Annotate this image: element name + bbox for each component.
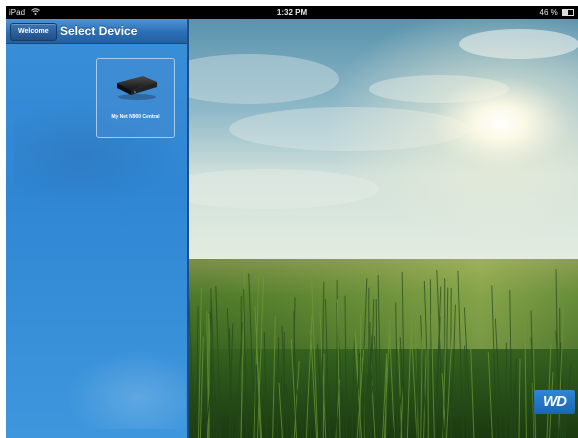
ipad-screen: iPad 1:32 PM 46 % Welcome Select Device: [6, 6, 578, 438]
page-indicator[interactable]: [90, 434, 104, 438]
device-label: My Net N900 Central: [111, 114, 160, 120]
battery-indicator: 46 %: [540, 6, 574, 19]
status-bar: iPad 1:32 PM 46 %: [6, 6, 578, 19]
router-icon: [117, 76, 157, 100]
background-photo: WD: [189, 19, 578, 438]
navigation-bar: Welcome Select Device: [6, 19, 187, 44]
device-selection-panel: Welcome Select Device My Net N900 Centra…: [6, 19, 189, 438]
device-tile[interactable]: My Net N900 Central: [96, 58, 175, 138]
background-watermark-photos: [66, 349, 186, 429]
battery-icon: [562, 9, 574, 17]
wd-logo: WD: [534, 390, 575, 414]
clock: 1:32 PM: [276, 8, 308, 17]
welcome-back-button[interactable]: Welcome: [10, 23, 57, 41]
page-title: Select Device: [60, 24, 138, 38]
battery-percent: 46 %: [539, 8, 558, 17]
sunlit-meadow-image: [189, 19, 578, 438]
